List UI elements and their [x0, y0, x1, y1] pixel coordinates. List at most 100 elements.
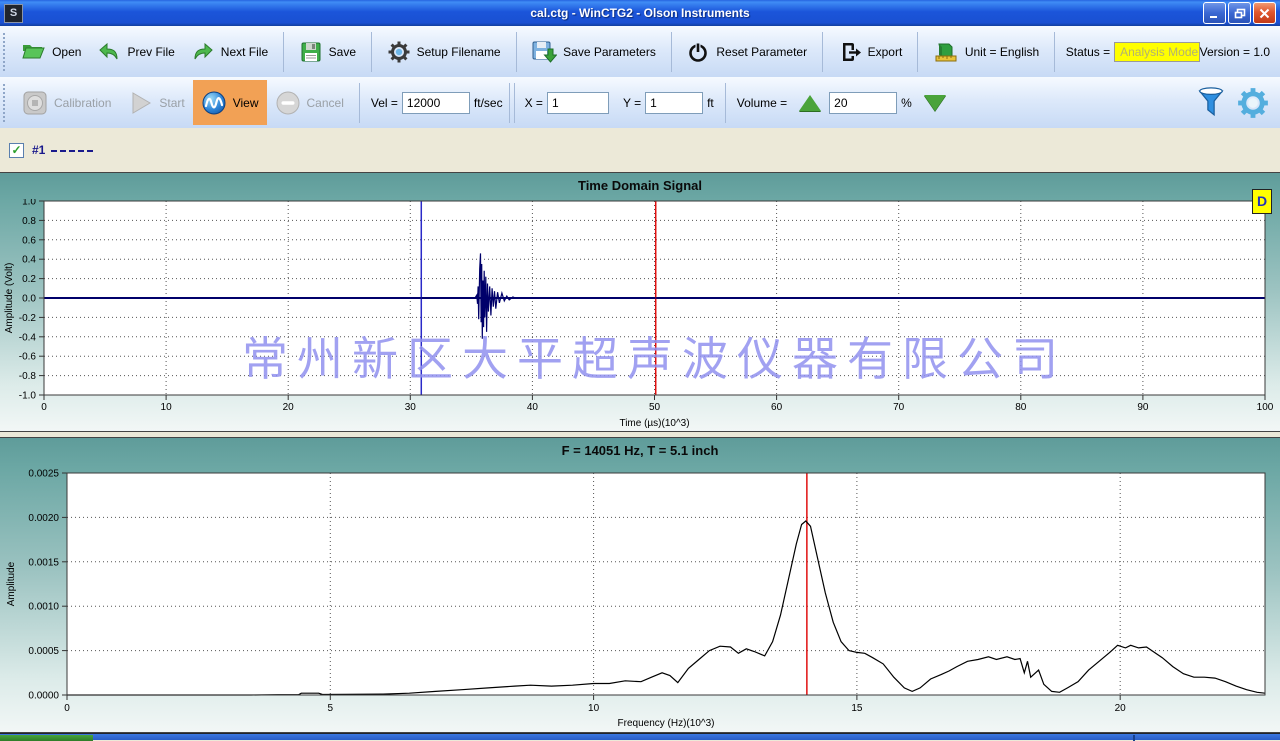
time-domain-plot[interactable]: 01020304050607080901001.00.80.60.40.20.0… — [0, 199, 1280, 433]
next-file-button[interactable]: Next File — [183, 37, 276, 67]
time-domain-chart: Time Domain Signal D 0102030405060708090… — [0, 172, 1280, 432]
svg-text:-0.8: -0.8 — [19, 371, 37, 382]
toolbar-separator — [822, 32, 823, 72]
toolbar-separator — [514, 83, 515, 123]
volume-label: Volume = — [737, 96, 787, 110]
export-icon — [838, 40, 862, 64]
power-reset-icon — [686, 40, 710, 64]
open-folder-icon — [20, 40, 46, 64]
channel-1-label: #1 — [32, 143, 45, 157]
start-play-icon — [127, 90, 153, 116]
svg-text:Frequency (Hz)(10^3): Frequency (Hz)(10^3) — [618, 718, 715, 729]
toolbar-separator — [509, 83, 510, 123]
x-input[interactable] — [547, 92, 609, 114]
toolbar-separator — [671, 32, 672, 72]
filter-funnel-icon[interactable] — [1196, 86, 1226, 120]
calibration-label: Calibration — [54, 96, 111, 110]
svg-text:0.0025: 0.0025 — [28, 469, 59, 480]
taskbar-divider — [1133, 735, 1135, 741]
toolbar-separator — [917, 32, 918, 72]
svg-text:90: 90 — [1137, 402, 1149, 413]
time-domain-title: Time Domain Signal — [0, 173, 1280, 199]
y-label: Y = — [623, 96, 641, 110]
svg-text:20: 20 — [283, 402, 295, 413]
toolbar-right-icons — [1196, 86, 1270, 120]
export-label: Export — [868, 45, 903, 59]
prev-file-icon — [97, 40, 121, 64]
cancel-icon — [275, 90, 301, 116]
svg-text:-0.2: -0.2 — [19, 313, 37, 324]
svg-text:1.0: 1.0 — [22, 199, 36, 208]
display-mode-button[interactable]: D — [1252, 189, 1272, 214]
svg-text:20: 20 — [1115, 703, 1127, 714]
svg-text:0.0020: 0.0020 — [28, 513, 59, 524]
status-value: Analysis Mode — [1114, 42, 1200, 62]
svg-text:50: 50 — [649, 402, 661, 413]
svg-text:0.8: 0.8 — [22, 216, 36, 227]
svg-text:0.0005: 0.0005 — [28, 646, 59, 657]
svg-text:0.0000: 0.0000 — [28, 691, 59, 702]
y-input[interactable] — [645, 92, 703, 114]
channel-1-legend-line — [51, 150, 93, 152]
window-title: cal.ctg - WinCTG2 - Olson Instruments — [0, 6, 1280, 20]
open-label: Open — [52, 45, 81, 59]
svg-text:15: 15 — [851, 703, 863, 714]
toolbar-separator — [1054, 32, 1055, 72]
svg-text:-1.0: -1.0 — [19, 391, 37, 402]
prev-file-button[interactable]: Prev File — [89, 37, 182, 67]
svg-text:0.0: 0.0 — [22, 294, 36, 305]
unit-book-icon — [933, 40, 959, 64]
save-icon — [299, 40, 323, 64]
taskbar-strip — [0, 733, 1280, 740]
calibration-icon — [22, 90, 48, 116]
svg-text:100: 100 — [1257, 402, 1274, 413]
unit-button[interactable]: Unit = English — [925, 37, 1047, 67]
start-button-sliver[interactable] — [0, 735, 93, 741]
xy-unit-label: ft — [707, 96, 714, 110]
cancel-button[interactable]: Cancel — [267, 87, 352, 119]
version-label: Version = 1.0 — [1200, 45, 1270, 59]
svg-text:-0.6: -0.6 — [19, 352, 37, 363]
svg-text:10: 10 — [161, 402, 173, 413]
x-label: X = — [525, 96, 543, 110]
view-wave-icon — [201, 90, 227, 116]
export-button[interactable]: Export — [830, 37, 911, 67]
svg-text:-0.4: -0.4 — [19, 332, 37, 343]
calibration-button[interactable]: Calibration — [14, 87, 119, 119]
save-button[interactable]: Save — [291, 37, 364, 67]
svg-text:0: 0 — [64, 703, 70, 714]
prev-file-label: Prev File — [127, 45, 174, 59]
next-file-icon — [191, 40, 215, 64]
start-button[interactable]: Start — [119, 87, 192, 119]
toolbar-grip — [3, 84, 9, 122]
reset-parameter-label: Reset Parameter — [716, 45, 807, 59]
vel-unit-label: ft/sec — [474, 96, 503, 110]
save-parameters-icon — [531, 40, 557, 64]
setup-filename-button[interactable]: Setup Filename — [379, 37, 509, 67]
reset-parameter-button[interactable]: Reset Parameter — [678, 37, 815, 67]
setup-gear-icon — [387, 40, 411, 64]
volume-up-button[interactable] — [799, 95, 821, 111]
view-button[interactable]: View — [193, 80, 267, 125]
channel-1-checkbox[interactable]: ✓ — [9, 143, 24, 158]
settings-gear-icon[interactable] — [1236, 86, 1270, 120]
vel-label: Vel = — [371, 96, 398, 110]
vel-input[interactable] — [402, 92, 470, 114]
svg-text:Amplitude (Volt): Amplitude (Volt) — [4, 263, 15, 334]
save-parameters-label: Save Parameters — [563, 45, 656, 59]
svg-text:Time (µs)(10^3): Time (µs)(10^3) — [619, 418, 689, 429]
volume-input[interactable] — [829, 92, 897, 114]
toolbar-separator — [516, 32, 517, 72]
frequency-plot[interactable]: 051015200.00000.00050.00100.00150.00200.… — [0, 465, 1280, 734]
open-button[interactable]: Open — [12, 37, 89, 67]
save-parameters-button[interactable]: Save Parameters — [523, 37, 664, 67]
svg-text:5: 5 — [328, 703, 334, 714]
unit-label: Unit = English — [965, 45, 1039, 59]
svg-text:40: 40 — [527, 402, 539, 413]
status-label: Status = — [1066, 45, 1110, 59]
toolbar-separator — [725, 83, 726, 123]
start-label: Start — [159, 96, 184, 110]
svg-text:0.0015: 0.0015 — [28, 557, 59, 568]
volume-down-button[interactable] — [924, 95, 946, 111]
view-label: View — [233, 96, 259, 110]
